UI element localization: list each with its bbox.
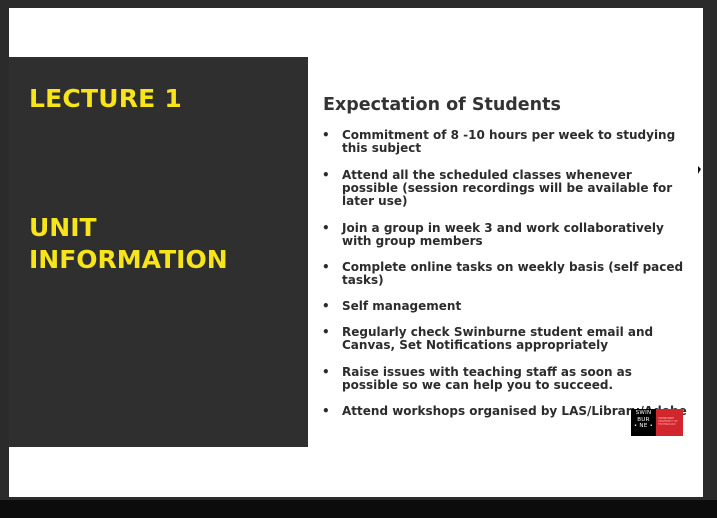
unit-title: UNIT INFORMATION [29,213,228,274]
list-item: • Complete online tasks on weekly basis (… [322,261,692,287]
bullet-icon: • [322,168,330,182]
bullet-icon: • [322,221,330,235]
slide: LECTURE 1 UNIT INFORMATION Expectation o… [9,8,703,497]
list-item: • Self management [322,300,692,313]
swinburne-logo: SWIN BUR • NE • SWINBURNE UNIVERSITY OF … [631,409,683,436]
mouse-cursor-icon [698,166,701,174]
bullet-icon: • [322,404,330,418]
slide-heading: Expectation of Students [323,95,561,115]
list-item-text: Commitment of 8 -10 hours per week to st… [342,128,676,155]
expectations-list: • Commitment of 8 -10 hours per week to s… [322,129,692,418]
title-panel: LECTURE 1 UNIT INFORMATION [9,57,308,447]
bottom-bar [0,500,717,518]
list-item: • Commitment of 8 -10 hours per week to s… [322,129,692,155]
list-item-text: Attend all the scheduled classes wheneve… [342,168,673,208]
list-item-text: Join a group in week 3 and work collabor… [342,221,664,248]
list-item-text: Raise issues with teaching staff as soon… [342,365,632,392]
bullet-icon: • [322,260,330,274]
list-item: • Attend all the scheduled classes whenev… [322,169,692,208]
logo-wordmark: SWIN BUR • NE • [631,409,656,436]
list-item: • Regularly check Swinburne student email… [322,326,692,352]
logo-tagline: SWINBURNE UNIVERSITY OF TECHNOLOGY [656,409,683,436]
bullet-icon: • [322,128,330,142]
list-item-text: Complete online tasks on weekly basis (s… [342,260,684,287]
list-item: • Raise issues with teaching staff as soo… [322,366,692,392]
list-item-text: Regularly check Swinburne student email … [342,325,654,352]
list-item: • Join a group in week 3 and work collabo… [322,222,692,248]
bullet-icon: • [322,299,330,313]
lecture-title: LECTURE 1 [29,84,182,113]
list-item-text: Self management [342,299,462,313]
bullet-icon: • [322,365,330,379]
bullet-icon: • [322,325,330,339]
